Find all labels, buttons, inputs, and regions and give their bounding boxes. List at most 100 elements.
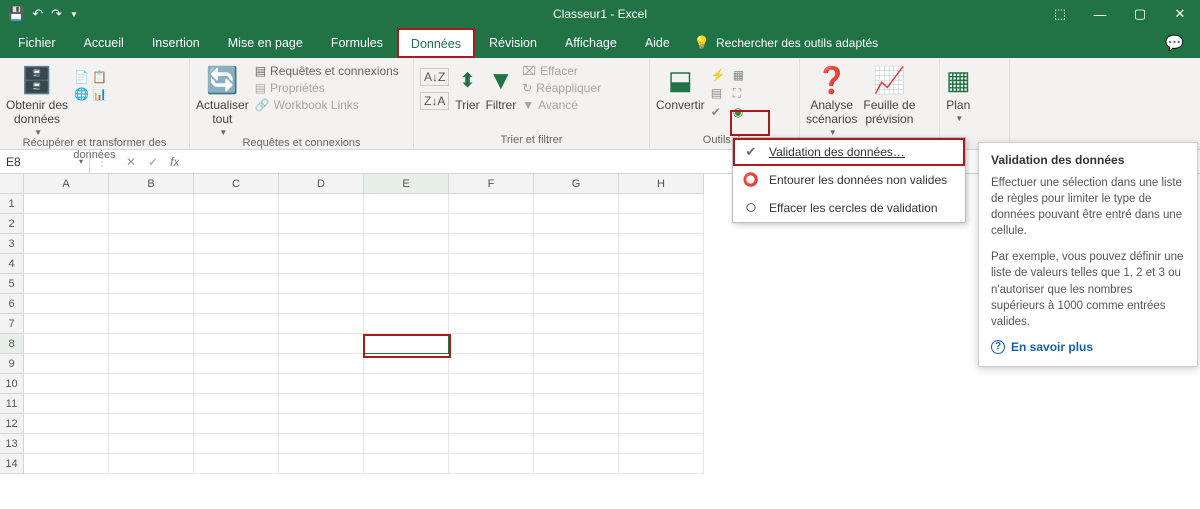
cell[interactable] (109, 234, 194, 254)
cell[interactable] (534, 334, 619, 354)
cell[interactable] (619, 234, 704, 254)
cell[interactable] (619, 374, 704, 394)
cell[interactable] (449, 214, 534, 234)
cell[interactable] (24, 414, 109, 434)
cell[interactable] (194, 274, 279, 294)
cell[interactable] (534, 234, 619, 254)
cell[interactable] (109, 394, 194, 414)
column-header[interactable]: B (109, 174, 194, 194)
tab-mise-en-page[interactable]: Mise en page (214, 28, 317, 58)
cell[interactable] (279, 194, 364, 214)
cell[interactable] (194, 414, 279, 434)
row-header[interactable]: 7 (0, 314, 24, 334)
cell[interactable] (619, 414, 704, 434)
row-header[interactable]: 2 (0, 214, 24, 234)
cell[interactable] (364, 234, 449, 254)
cell[interactable] (364, 394, 449, 414)
cell[interactable] (534, 354, 619, 374)
cell[interactable] (534, 274, 619, 294)
cell[interactable] (619, 354, 704, 374)
cell[interactable] (279, 394, 364, 414)
column-header[interactable]: D (279, 174, 364, 194)
cell[interactable] (109, 214, 194, 234)
reapply-button[interactable]: ↻Réappliquer (522, 81, 601, 95)
enter-formula-icon[interactable]: ✓ (148, 155, 158, 169)
tab-accueil[interactable]: Accueil (70, 28, 138, 58)
cell[interactable] (109, 314, 194, 334)
menu-item-clear-circles[interactable]: ⭘ Effacer les cercles de validation (733, 194, 965, 222)
from-web-icon[interactable]: 🌐 📊 (74, 87, 107, 101)
row-header[interactable]: 8 (0, 334, 24, 354)
cell[interactable] (449, 314, 534, 334)
cell[interactable] (109, 374, 194, 394)
tooltip-learn-more[interactable]: ? En savoir plus (991, 340, 1185, 354)
fx-icon[interactable]: fx (170, 155, 179, 169)
cell[interactable] (109, 334, 194, 354)
cell[interactable] (109, 294, 194, 314)
minimize-icon[interactable]: — (1080, 0, 1120, 28)
cell[interactable] (279, 294, 364, 314)
relationships-icon[interactable]: ⛶ (733, 86, 751, 101)
forecast-sheet-button[interactable]: 📈 Feuille de prévision (863, 64, 915, 126)
cell[interactable] (534, 454, 619, 474)
cell[interactable] (194, 294, 279, 314)
cell[interactable] (194, 374, 279, 394)
cell[interactable] (619, 254, 704, 274)
cancel-formula-icon[interactable]: ✕ (126, 155, 136, 169)
cell[interactable] (109, 194, 194, 214)
cell[interactable] (194, 234, 279, 254)
cell[interactable] (619, 434, 704, 454)
clear-filter-button[interactable]: ⌧Effacer (522, 64, 601, 78)
cell[interactable] (364, 314, 449, 334)
filter-button[interactable]: ▼ Filtrer (486, 64, 517, 112)
cell[interactable] (364, 254, 449, 274)
cell[interactable] (24, 314, 109, 334)
cell[interactable] (194, 394, 279, 414)
row-header[interactable]: 10 (0, 374, 24, 394)
cell[interactable] (279, 314, 364, 334)
cell[interactable] (619, 274, 704, 294)
data-validation-icon[interactable]: ✔ (711, 105, 729, 119)
tab-donnees[interactable]: Données (397, 28, 475, 58)
cell[interactable] (24, 294, 109, 314)
cell[interactable] (449, 234, 534, 254)
cell[interactable] (449, 374, 534, 394)
cell[interactable] (449, 194, 534, 214)
cell[interactable] (194, 314, 279, 334)
row-header[interactable]: 9 (0, 354, 24, 374)
sort-asc-icon[interactable]: A↓Z (420, 68, 449, 86)
cell[interactable] (534, 294, 619, 314)
row-header[interactable]: 1 (0, 194, 24, 214)
cell[interactable] (364, 274, 449, 294)
row-header[interactable]: 13 (0, 434, 24, 454)
cell[interactable] (194, 454, 279, 474)
menu-item-data-validation[interactable]: ✔ Validation des données… (733, 138, 965, 166)
row-header[interactable]: 5 (0, 274, 24, 294)
cell[interactable] (364, 434, 449, 454)
cell[interactable] (364, 374, 449, 394)
save-icon[interactable]: 💾 (8, 6, 24, 22)
cell[interactable] (194, 194, 279, 214)
cell[interactable] (279, 274, 364, 294)
close-icon[interactable]: ✕ (1160, 0, 1200, 28)
cell[interactable] (279, 334, 364, 354)
cell[interactable] (449, 294, 534, 314)
select-all-corner[interactable] (0, 174, 24, 194)
column-header[interactable]: F (449, 174, 534, 194)
cell[interactable] (534, 434, 619, 454)
cell[interactable] (279, 374, 364, 394)
refresh-all-button[interactable]: 🔄 Actualiser tout ▼ (196, 64, 249, 137)
name-box[interactable]: E8 ▾ (0, 150, 90, 173)
outline-button[interactable]: ▦ Plan ▼ (946, 64, 971, 123)
cell[interactable] (109, 254, 194, 274)
tell-me-search[interactable]: 💡 Rechercher des outils adaptés (694, 35, 878, 51)
column-header[interactable]: E (364, 174, 449, 194)
workbook-links-button[interactable]: 🔗Workbook Links (255, 98, 399, 112)
cell[interactable] (24, 274, 109, 294)
cell[interactable] (109, 274, 194, 294)
cell[interactable] (449, 454, 534, 474)
cell[interactable] (279, 254, 364, 274)
cell[interactable] (194, 354, 279, 374)
maximize-icon[interactable]: ▢ (1120, 0, 1160, 28)
cell[interactable] (619, 334, 704, 354)
